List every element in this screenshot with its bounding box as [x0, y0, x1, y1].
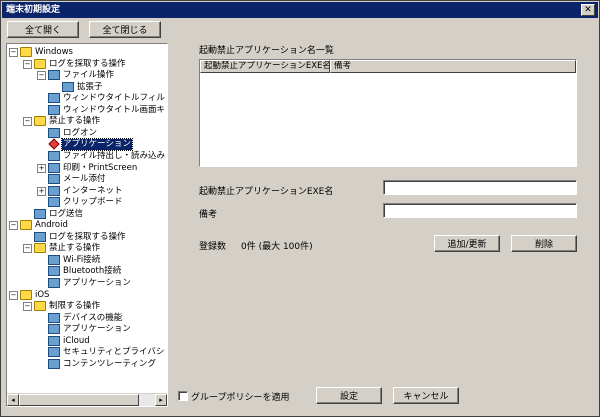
folder-icon	[34, 301, 46, 312]
tree-node-label: ファイル持出し・読み込み	[63, 150, 165, 161]
collapse-icon[interactable]: −	[9, 48, 18, 57]
list-title: 起動禁止アプリケーション名一覧	[199, 46, 334, 56]
column-header-exe[interactable]: 起動禁止アプリケーションEXE名	[200, 60, 330, 73]
collapse-icon[interactable]: −	[23, 302, 32, 312]
tree-node-label: iOS	[35, 289, 50, 300]
computer-icon	[48, 266, 60, 277]
exe-list[interactable]: 起動禁止アプリケーションEXE名 備考	[199, 59, 577, 167]
computer-icon	[34, 208, 46, 219]
computer-icon	[48, 162, 60, 173]
tree-node-label: 拡張子	[77, 81, 103, 92]
computer-icon	[48, 358, 60, 369]
tree-node-label: コンテンツレーティング	[63, 358, 156, 369]
computer-icon	[48, 197, 60, 208]
tree-node-label: クリップボード	[63, 197, 123, 208]
tree-node-label: アプリケーション	[61, 138, 133, 152]
close-button[interactable]: ✕	[581, 4, 595, 16]
expand-icon[interactable]: +	[37, 163, 46, 173]
window-title: 端末初期設定	[6, 5, 61, 15]
collapse-icon[interactable]: −	[23, 117, 32, 127]
add-update-button[interactable]: 追加/更新	[434, 235, 500, 252]
horizontal-scrollbar[interactable]: ◂ ▸	[7, 393, 167, 406]
tree-node-label: Windows	[35, 47, 73, 57]
folder-icon	[34, 243, 46, 254]
computer-icon	[48, 254, 60, 265]
tree-node-label: iCloud	[63, 335, 90, 346]
computer-icon	[48, 127, 60, 138]
arrow-left-icon: ◂	[11, 396, 15, 404]
settings-window: 端末初期設定 ✕ 全て開く 全て閉じる − Windows − ログを採取する操作 − フ…	[0, 0, 600, 417]
computer-icon	[48, 335, 60, 346]
tree-node-label: インターネット	[63, 185, 123, 196]
note-label: 備考	[199, 210, 218, 220]
tree-node-label: Bluetooth接続	[63, 266, 122, 277]
title-bar: 端末初期設定 ✕	[2, 2, 598, 18]
computer-icon	[48, 347, 60, 358]
cancel-button[interactable]: キャンセル	[393, 387, 459, 404]
tree-node-label: アプリケーション	[63, 278, 131, 288]
computer-icon	[48, 312, 60, 323]
tree-node-label: 禁止する操作	[49, 243, 101, 254]
computer-icon	[62, 81, 74, 92]
tree-node-label: ウィンドウタイトル画面キャ	[63, 104, 165, 115]
folder-icon	[20, 289, 32, 300]
tree-node-label: ウィンドウタイトルフィルタ	[63, 93, 165, 104]
close-icon: ✕	[584, 5, 592, 15]
tree-node-label: セキュリティとプライバシー	[63, 347, 165, 358]
tree-node-label: 印刷・PrintScreen	[63, 162, 138, 173]
collapse-icon[interactable]: −	[9, 290, 18, 300]
settings-tree[interactable]: − Windows − ログを採取する操作 − ファイル操作 拡張子 ウィンドウタイトルフィル…	[6, 43, 168, 407]
expand-all-button[interactable]: 全て開く	[7, 21, 79, 38]
computer-icon	[34, 231, 46, 242]
tree-node-label: アプリケーション	[63, 324, 131, 335]
collapse-icon[interactable]: −	[23, 59, 32, 69]
group-policy-checkbox[interactable]	[178, 391, 188, 401]
tree-node-label: ファイル操作	[63, 70, 115, 81]
group-policy-label[interactable]: グループポリシーを適用	[191, 390, 289, 403]
folder-icon	[20, 220, 32, 231]
computer-icon	[48, 185, 60, 196]
computer-icon	[48, 174, 60, 185]
count-value: 0件 (最大 100件)	[241, 242, 313, 252]
diamond-icon	[48, 138, 60, 151]
set-button[interactable]: 設定	[316, 387, 382, 404]
tree-items: − Windows − ログを採取する操作 − ファイル操作 拡張子 ウィンドウタイトルフィル…	[7, 44, 165, 394]
tree-node-label: ログ送信	[49, 208, 84, 219]
exe-name-label: 起動禁止アプリケーションEXE名	[199, 187, 334, 197]
tree-node-label: Android	[35, 220, 68, 231]
tree-node-label: デバイスの機能	[63, 312, 123, 323]
delete-button[interactable]: 削除	[511, 235, 577, 252]
collapse-all-button[interactable]: 全て閉じる	[89, 21, 161, 38]
tree-node-label: ログを採取する操作	[49, 58, 126, 69]
computer-icon	[48, 70, 60, 81]
scroll-right-button[interactable]: ▸	[155, 394, 167, 406]
computer-icon	[48, 150, 60, 161]
exe-name-input[interactable]	[383, 180, 577, 195]
computer-icon	[48, 278, 60, 288]
tree-node-label: メール添付	[63, 174, 106, 185]
collapse-icon[interactable]: −	[23, 244, 32, 254]
tree-node-label: ログオン	[63, 127, 98, 138]
computer-icon	[48, 93, 60, 104]
folder-icon	[34, 58, 46, 69]
arrow-right-icon: ▸	[159, 396, 163, 404]
note-input[interactable]	[383, 203, 577, 218]
computer-icon	[48, 104, 60, 115]
count-label: 登録数	[199, 242, 227, 252]
folder-icon	[20, 47, 32, 57]
tree-node-label: 禁止する操作	[49, 116, 101, 127]
scroll-thumb[interactable]	[19, 394, 139, 406]
collapse-icon[interactable]: −	[9, 221, 18, 231]
tree-node-label: ログを採取する操作	[49, 231, 126, 242]
collapse-icon[interactable]: −	[37, 71, 46, 81]
expand-icon[interactable]: +	[37, 186, 46, 196]
tree-node-label: 制限する操作	[49, 301, 101, 312]
folder-icon	[34, 116, 46, 127]
column-header-note[interactable]: 備考	[330, 60, 576, 73]
tree-node-label: Wi-Fi接続	[63, 254, 101, 265]
computer-icon	[48, 324, 60, 335]
scroll-left-button[interactable]: ◂	[7, 394, 19, 406]
